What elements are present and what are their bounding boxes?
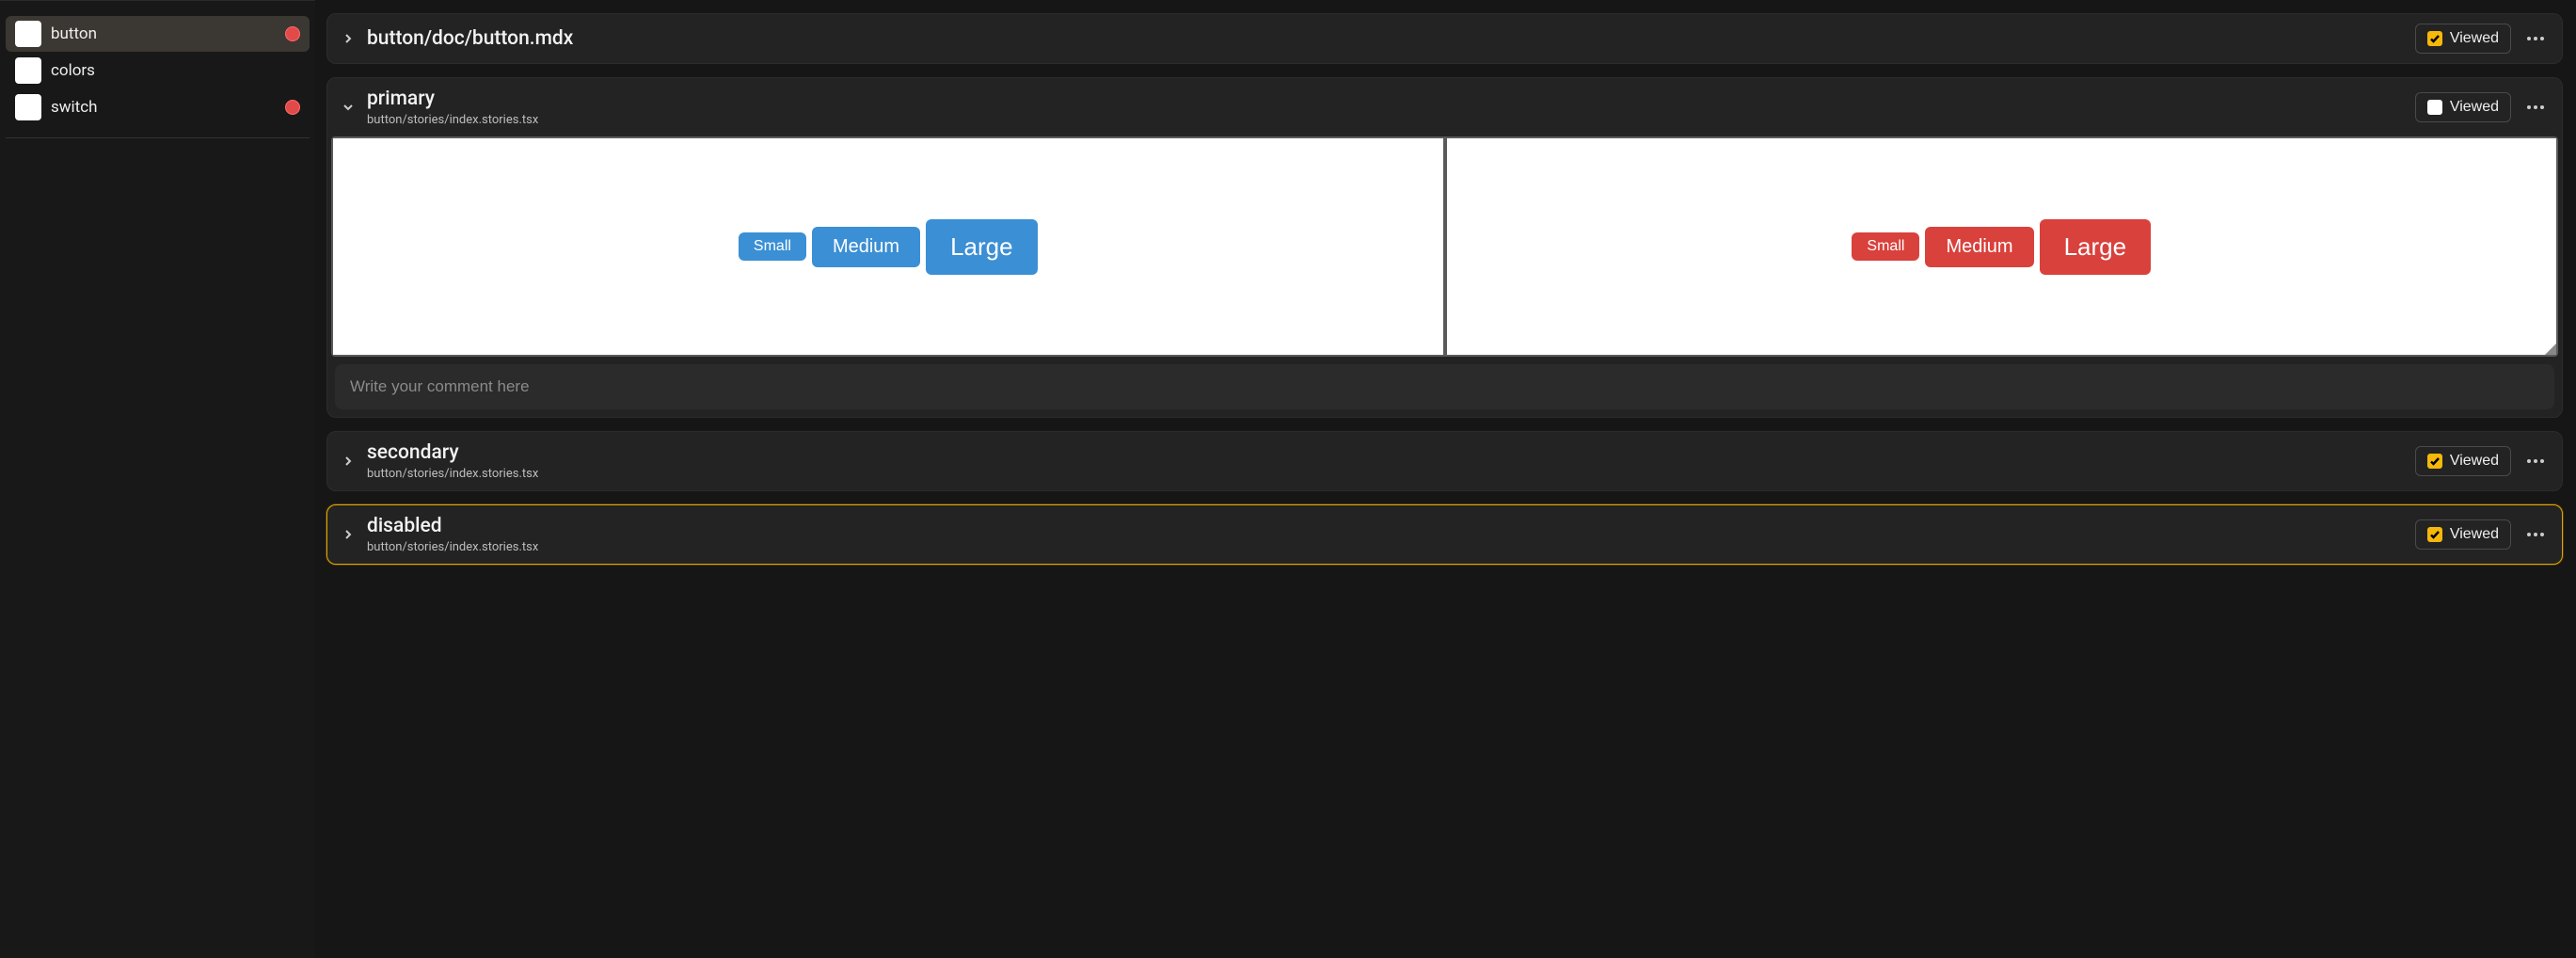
story-panel: button/doc/button.mdx Viewed <box>326 13 2563 64</box>
sidebar-item-button[interactable]: button <box>6 16 310 52</box>
demo-button-large[interactable]: Large <box>926 219 1038 275</box>
viewed-label: Viewed <box>2450 99 2499 116</box>
checkbox-checked-icon <box>2427 527 2442 542</box>
checkbox-checked-icon <box>2427 454 2442 469</box>
demo-button-medium[interactable]: Medium <box>1925 227 2033 267</box>
panel-actions: Viewed <box>2415 24 2549 54</box>
comment-input[interactable] <box>335 364 2554 409</box>
viewed-label: Viewed <box>2450 453 2499 470</box>
story-panel: disabled button/stories/index.stories.tsx… <box>326 504 2563 565</box>
sidebar-item-label: switch <box>51 98 276 117</box>
demo-button-medium[interactable]: Medium <box>812 227 920 267</box>
sidebar: button colors switch <box>0 0 315 958</box>
panel-title: primary <box>367 88 2404 110</box>
button-row: SmallMediumLarge <box>1852 219 2151 275</box>
panel-subtitle: button/stories/index.stories.tsx <box>367 467 2404 481</box>
more-menu-button[interactable] <box>2522 448 2549 474</box>
panel-header[interactable]: disabled button/stories/index.stories.tsx… <box>327 505 2562 564</box>
more-menu-button[interactable] <box>2522 25 2549 52</box>
changed-dot-icon <box>285 100 300 115</box>
viewed-toggle[interactable]: Viewed <box>2415 446 2511 476</box>
sidebar-item-label: colors <box>51 61 300 80</box>
preview-pane-right: SmallMediumLarge <box>1447 138 2557 355</box>
panel-body: SmallMediumLargeSmallMediumLarge <box>327 136 2562 417</box>
main-content: button/doc/button.mdx Viewed primary button… <box>315 0 2576 958</box>
viewed-label: Viewed <box>2450 30 2499 47</box>
panel-subtitle: button/stories/index.stories.tsx <box>367 540 2404 554</box>
diff-preview: SmallMediumLargeSmallMediumLarge <box>331 136 2558 357</box>
chevron-right-icon[interactable] <box>341 31 356 46</box>
demo-button-large[interactable]: Large <box>2040 219 2152 275</box>
checkbox-checked-icon <box>2427 31 2442 46</box>
sidebar-item-colors[interactable]: colors <box>6 53 310 88</box>
panel-actions: Viewed <box>2415 446 2549 476</box>
panel-header[interactable]: button/doc/button.mdx Viewed <box>327 14 2562 63</box>
checkbox-unchecked-icon <box>2427 100 2442 115</box>
panel-header[interactable]: secondary button/stories/index.stories.ts… <box>327 432 2562 490</box>
demo-button-small[interactable]: Small <box>1852 232 1919 261</box>
thumbnail-swatch <box>15 21 41 47</box>
button-row: SmallMediumLarge <box>739 219 1038 275</box>
chevron-right-icon[interactable] <box>341 454 356 469</box>
panel-actions: Viewed <box>2415 519 2549 550</box>
viewed-toggle[interactable]: Viewed <box>2415 92 2511 122</box>
panel-subtitle: button/stories/index.stories.tsx <box>367 113 2404 127</box>
more-menu-button[interactable] <box>2522 521 2549 548</box>
chevron-right-icon[interactable] <box>341 527 356 542</box>
thumbnail-swatch <box>15 94 41 120</box>
panel-header[interactable]: primary button/stories/index.stories.tsx V… <box>327 78 2562 136</box>
preview-pane-left: SmallMediumLarge <box>333 138 1443 355</box>
panel-title: disabled <box>367 515 2404 537</box>
story-panel: secondary button/stories/index.stories.ts… <box>326 431 2563 491</box>
chevron-down-icon[interactable] <box>341 100 356 115</box>
panel-title: secondary <box>367 441 2404 464</box>
demo-button-small[interactable]: Small <box>739 232 806 261</box>
panel-actions: Viewed <box>2415 92 2549 122</box>
panel-title: button/doc/button.mdx <box>367 27 2404 50</box>
thumbnail-swatch <box>15 57 41 84</box>
sidebar-item-label: button <box>51 24 276 43</box>
viewed-toggle[interactable]: Viewed <box>2415 519 2511 550</box>
story-panel: primary button/stories/index.stories.tsx V… <box>326 77 2563 418</box>
sidebar-item-switch[interactable]: switch <box>6 89 310 125</box>
comment-box <box>335 364 2554 409</box>
viewed-label: Viewed <box>2450 526 2499 543</box>
viewed-toggle[interactable]: Viewed <box>2415 24 2511 54</box>
more-menu-button[interactable] <box>2522 94 2549 120</box>
changed-dot-icon <box>285 26 300 41</box>
